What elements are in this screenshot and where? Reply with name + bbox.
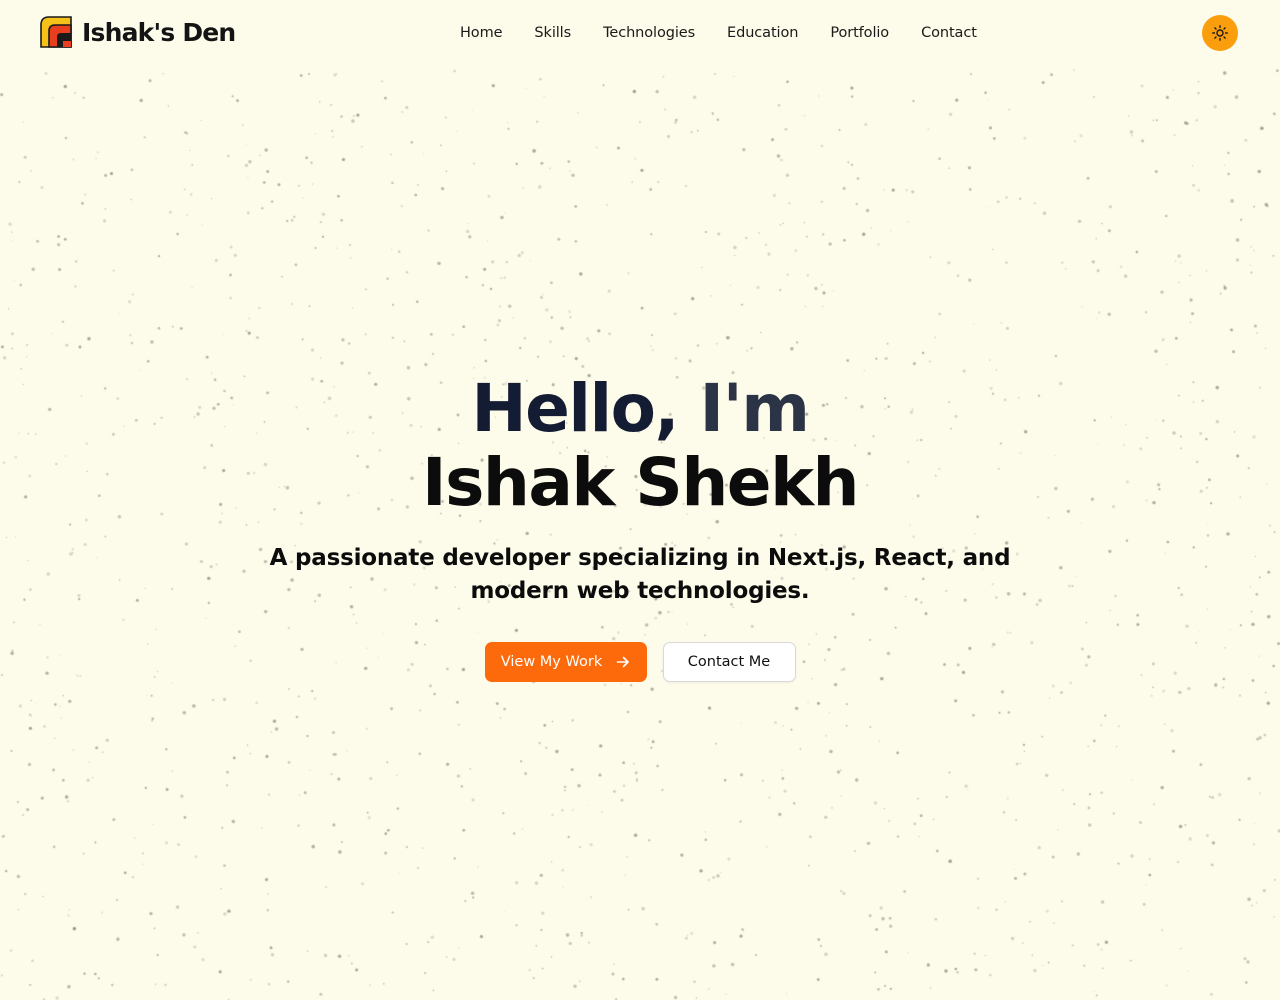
site-header: Ishak's Den Home Skills Technologies Edu… xyxy=(0,0,1280,66)
hero-intro: I'm xyxy=(699,370,811,447)
brand-link[interactable]: Ishak's Den xyxy=(40,16,236,48)
arrow-right-icon xyxy=(616,655,630,669)
theme-toggle-button[interactable] xyxy=(1202,15,1238,51)
nav-link-home[interactable]: Home xyxy=(460,24,503,42)
brand-name: Ishak's Den xyxy=(82,17,236,47)
hero-title: Hello, I'm Ishak Shekh xyxy=(0,372,1280,520)
hero-tagline: A passionate developer specializing in N… xyxy=(269,545,1011,604)
hero-actions: View My Work Contact Me xyxy=(0,642,1280,682)
hero-greeting: Hello, xyxy=(471,370,679,447)
nav-link-technologies[interactable]: Technologies xyxy=(603,24,695,42)
nav-link-contact[interactable]: Contact xyxy=(921,24,977,42)
view-my-work-button[interactable]: View My Work xyxy=(484,642,647,682)
contact-me-button[interactable]: Contact Me xyxy=(662,642,796,682)
nav-link-education[interactable]: Education xyxy=(727,24,798,42)
sun-icon xyxy=(1212,25,1228,41)
nav-link-skills[interactable]: Skills xyxy=(534,24,571,42)
stacked-arch-logo-icon xyxy=(40,16,72,48)
hero-name: Ishak Shekh xyxy=(422,444,859,521)
hero-section: Hello, I'm Ishak Shekh A passionate deve… xyxy=(0,372,1280,682)
nav-link-portfolio[interactable]: Portfolio xyxy=(830,24,889,42)
view-my-work-label: View My Work xyxy=(500,654,603,670)
main-nav: Home Skills Technologies Education Portf… xyxy=(460,24,977,42)
